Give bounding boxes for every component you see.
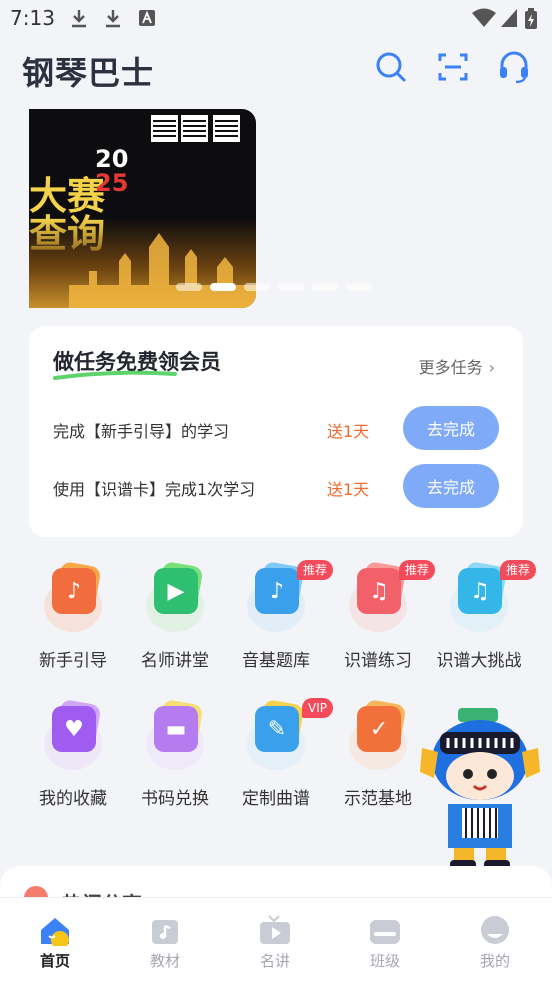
feature-label: 示范基地 [344, 789, 412, 809]
banner-year-bottom: 25 [95, 169, 129, 197]
note-book-icon: ♪ 推荐 [241, 560, 333, 636]
challenge-notes-icon: ♫ 推荐 [444, 560, 536, 636]
banner-dot[interactable] [346, 283, 372, 291]
book-code-icon: ▬ [140, 698, 210, 774]
feature-check-base[interactable]: ✓ 示范基地 [327, 698, 429, 809]
headset-icon [500, 51, 528, 84]
feature-label: 定制曲谱 [242, 789, 310, 809]
text-notification-icon [139, 10, 155, 26]
download-icon [72, 10, 86, 28]
palace-silhouette-image [69, 233, 256, 308]
banner-dot[interactable] [278, 283, 304, 291]
banner-dot[interactable] [312, 283, 338, 291]
nav-tab-label: 教材 [149, 952, 180, 970]
task-row: 使用【识谱卡】完成1次学习 送1天 去完成 [53, 464, 503, 508]
feature-label: 名师讲堂 [141, 651, 209, 671]
task-label: 使用【识谱卡】完成1次学习 [53, 480, 256, 499]
more-tasks-link[interactable]: 更多任务 › [419, 354, 495, 378]
task-reward: 送1天 [327, 422, 370, 441]
feature-custom-score[interactable]: ✎ VIP 定制曲谱 [225, 698, 333, 809]
banner-pagination [176, 283, 372, 291]
feature-label: 新手引导 [39, 651, 107, 671]
feature-label: 音基题库 [242, 651, 310, 671]
heart-icon: ♥ [38, 698, 108, 774]
go-complete-button[interactable]: 去完成 [403, 464, 499, 508]
custom-score-icon: ✎ VIP [241, 698, 333, 774]
wifi-icon [472, 8, 496, 27]
feature-book-code[interactable]: ▬ 书码兑换 [124, 698, 226, 809]
nav-tab-label: 班级 [369, 952, 400, 970]
task-card-title: 做任务免费领会员 [53, 350, 221, 374]
task-row: 完成【新手引导】的学习 送1天 去完成 [53, 406, 503, 450]
nav-tab-lecture[interactable]: 名讲 [220, 898, 330, 983]
nav-tab-label: 名讲 [259, 952, 290, 970]
nav-tab-profile[interactable]: 我的 [440, 898, 550, 983]
music-note-icon: ♪ [38, 560, 108, 636]
banner-year-top: 20 [95, 145, 129, 173]
class-icon [370, 920, 400, 944]
mascot-floating-button[interactable] [418, 708, 542, 876]
feature-note-book[interactable]: ♪ 推荐音基题库 [225, 560, 333, 671]
check-base-icon: ✓ [343, 698, 413, 774]
qr-code-image [213, 115, 240, 142]
nav-tab-class[interactable]: 班级 [330, 898, 440, 983]
nav-tab-label: 首页 [39, 952, 70, 970]
feature-music-note[interactable]: ♪ 新手引导 [22, 560, 124, 671]
feature-label: 我的收藏 [39, 789, 107, 809]
textbook-icon [152, 920, 178, 944]
feature-sheet-music[interactable]: ♫ 推荐识谱练习 [327, 560, 435, 671]
banner-dot[interactable] [176, 283, 202, 291]
task-label: 完成【新手引导】的学习 [53, 422, 230, 441]
search-icon [376, 52, 406, 82]
go-complete-button[interactable]: 去完成 [403, 406, 499, 450]
qr-code-image [151, 115, 178, 142]
feature-challenge-notes[interactable]: ♫ 推荐识谱大挑战 [428, 560, 536, 671]
banner-dot[interactable] [244, 283, 270, 291]
customer-service-button[interactable] [497, 50, 531, 84]
home-icon [41, 918, 69, 946]
task-reward: 送1天 [327, 480, 370, 499]
battery-charging-icon [525, 8, 537, 29]
bottom-nav: 首页 教材 名讲 班级 我的 [0, 897, 552, 983]
nav-tab-textbook[interactable]: 教材 [110, 898, 220, 983]
nav-tab-home[interactable]: 首页 [0, 898, 110, 983]
feature-heart[interactable]: ♥ 我的收藏 [22, 698, 124, 809]
feature-tv-play[interactable]: ▶ 名师讲堂 [124, 560, 226, 671]
qr-code-image [181, 115, 208, 142]
signal-icon [501, 9, 517, 27]
feature-label: 书码兑换 [141, 789, 209, 809]
chevron-right-icon: › [488, 358, 495, 377]
status-time: 7:13 [10, 6, 55, 30]
app-title: 钢琴巴士 [22, 54, 155, 92]
feature-label: 识谱练习 [344, 651, 412, 671]
lecture-icon [260, 915, 290, 944]
promo-banner[interactable]: 大赛 查询 20 25 [29, 109, 256, 308]
nav-tab-label: 我的 [479, 952, 510, 970]
task-card: 做任务免费领会员 更多任务 › 完成【新手引导】的学习 送1天 去完成 使用【识谱… [29, 326, 523, 537]
scan-icon [438, 53, 468, 81]
scan-button[interactable] [436, 50, 470, 84]
feature-label: 识谱大挑战 [436, 651, 522, 671]
download-icon [106, 10, 120, 28]
banner-dot[interactable] [210, 283, 236, 291]
status-bar: 7:13 [0, 0, 552, 38]
feature-badge: 推荐 [499, 560, 536, 580]
search-button[interactable] [374, 50, 408, 84]
banner-headline-1: 大赛 [29, 174, 106, 218]
more-tasks-label: 更多任务 [418, 358, 483, 377]
tv-play-icon: ▶ [140, 560, 210, 636]
profile-icon [481, 916, 509, 944]
sheet-music-icon: ♫ 推荐 [343, 560, 435, 636]
